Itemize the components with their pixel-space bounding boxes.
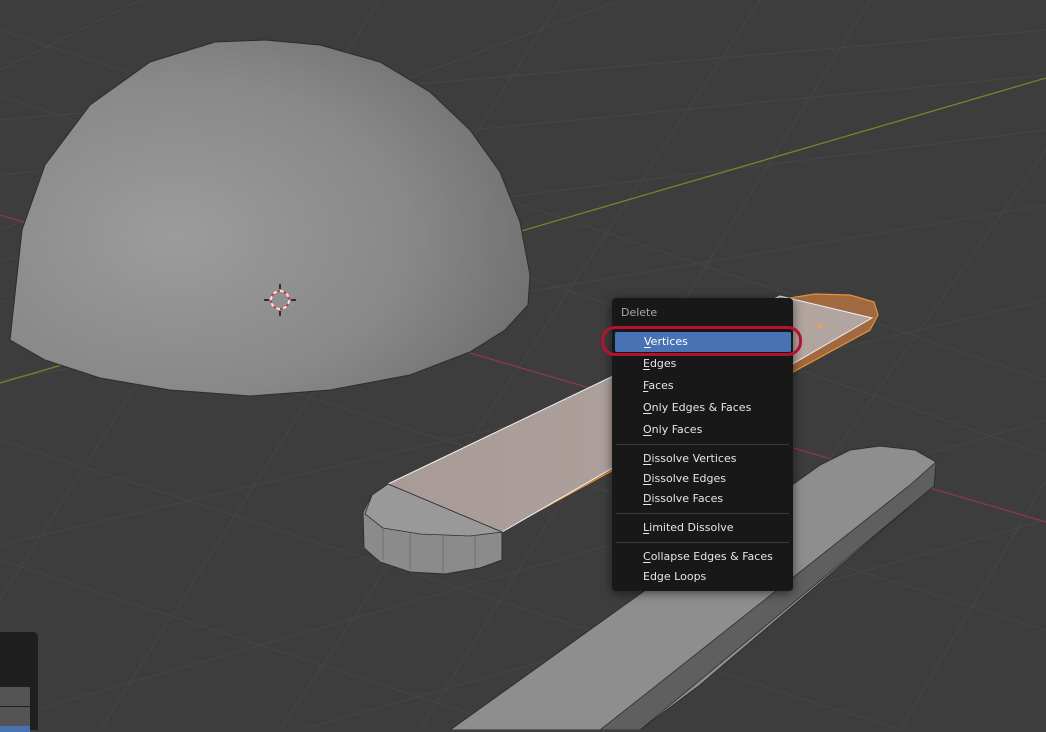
menu-item-dissolve-faces[interactable]: Dissolve Faces [614,489,791,509]
menu-item-dissolve-edges[interactable]: Dissolve Edges [614,469,791,489]
mnemonic: V [644,335,651,348]
menu-item-edges[interactable]: Edges [614,354,791,374]
3d-viewport[interactable] [0,0,1046,730]
label: nly Edges & Faces [651,401,752,414]
menu-separator [616,513,789,514]
label: dges [649,357,677,370]
mnemonic: C [643,550,651,563]
menu-item-only-edges-faces[interactable]: Only Edges & Faces [614,398,791,418]
menu-title: Delete [621,306,658,319]
operator-panel[interactable] [0,632,38,732]
menu-item-edge-loops[interactable]: Edge Loops [614,567,791,587]
menu-item-collapse-edges-faces[interactable]: Collapse Edges & Faces [614,547,791,567]
label: issolve Vertices [651,452,737,465]
menu-item-vertices[interactable]: Vertices [615,332,791,352]
label: issolve Edges [651,472,726,485]
delete-menu: Delete Vertices Edges Faces Only Edges &… [612,298,793,591]
label: imited Dissolve [649,521,734,534]
dome-mesh[interactable] [9,39,531,397]
label: issolve Faces [651,492,724,505]
label: ollapse Edges & Faces [650,550,773,563]
selected-vertex-dot [817,323,823,329]
mnemonic: O [643,423,652,436]
menu-item-limited-dissolve[interactable]: Limited Dissolve [614,518,791,538]
panel-field-active[interactable] [0,726,30,732]
label: ertices [650,335,688,348]
label: nly Faces [651,423,703,436]
menu-item-dissolve-vertices[interactable]: Dissolve Vertices [614,449,791,469]
label: Edge Loops [643,570,707,583]
viewport-canvas[interactable] [0,0,1046,730]
panel-field[interactable] [0,687,30,706]
menu-item-faces[interactable]: Faces [614,376,791,396]
mnemonic: E [643,357,650,370]
menu-item-only-faces[interactable]: Only Faces [614,420,791,440]
menu-separator [616,444,789,445]
mnemonic: O [643,401,652,414]
menu-separator [616,542,789,543]
panel-field[interactable] [0,707,30,726]
label: aces [648,379,674,392]
